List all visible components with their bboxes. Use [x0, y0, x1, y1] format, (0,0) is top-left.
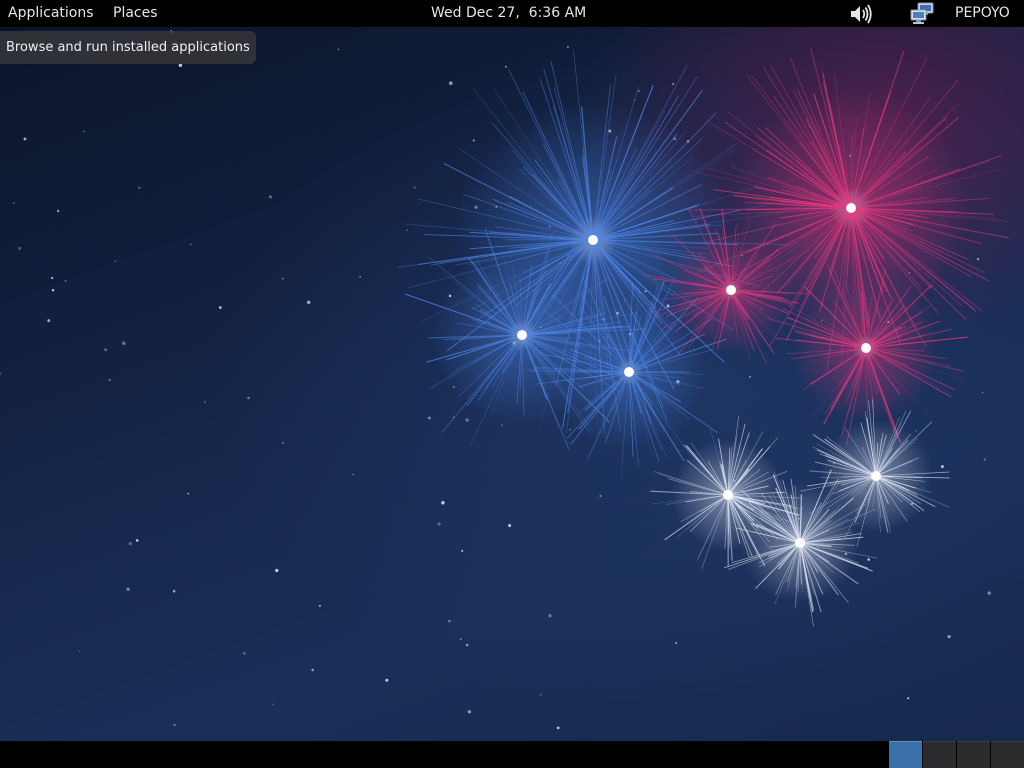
- star: [135, 539, 139, 542]
- star: [108, 378, 111, 382]
- star: [947, 635, 951, 639]
- star: [275, 568, 279, 573]
- star: [121, 341, 126, 345]
- user-menu[interactable]: PEPOYO: [955, 0, 1010, 27]
- star: [987, 591, 991, 595]
- star: [352, 473, 355, 476]
- star: [983, 458, 986, 461]
- star: [448, 619, 451, 623]
- tooltip-text: Browse and run installed applications: [6, 40, 250, 55]
- star: [56, 209, 60, 213]
- star: [64, 279, 67, 282]
- star: [981, 392, 984, 394]
- star: [282, 441, 284, 444]
- star: [501, 424, 503, 427]
- star: [508, 523, 512, 528]
- star: [203, 401, 206, 403]
- star: [51, 289, 55, 292]
- star: [23, 137, 27, 141]
- star: [461, 549, 464, 552]
- speaker-volume-icon[interactable]: [848, 2, 874, 26]
- star: [0, 372, 2, 375]
- star: [307, 300, 311, 304]
- star: [51, 276, 54, 280]
- star: [749, 376, 751, 378]
- star: [467, 710, 472, 714]
- star: [272, 703, 274, 705]
- star: [178, 63, 183, 68]
- workspace-2[interactable]: [923, 741, 956, 768]
- star: [311, 668, 315, 672]
- star: [385, 678, 389, 682]
- star: [218, 306, 222, 309]
- workspace-4[interactable]: [991, 741, 1024, 768]
- top-panel: Applications Places Wed Dec 27, 6:36 AM: [0, 0, 1024, 27]
- star: [569, 429, 571, 431]
- star: [359, 276, 361, 278]
- star: [940, 465, 944, 469]
- star: [173, 723, 176, 727]
- star: [556, 726, 560, 730]
- star: [465, 418, 469, 422]
- star: [548, 614, 552, 618]
- star: [138, 186, 141, 189]
- bottom-panel: [0, 741, 1024, 768]
- star: [907, 697, 910, 700]
- star: [126, 587, 130, 591]
- star: [187, 492, 190, 495]
- clock[interactable]: Wed Dec 27, 6:36 AM: [431, 0, 586, 27]
- workspace-switcher: [888, 741, 1024, 768]
- star: [472, 139, 475, 142]
- network-computers-icon[interactable]: [909, 2, 937, 26]
- star: [449, 81, 453, 85]
- star: [190, 243, 192, 245]
- star: [465, 643, 469, 647]
- star: [637, 89, 641, 92]
- star: [504, 65, 507, 68]
- star: [540, 694, 542, 696]
- star: [459, 637, 462, 641]
- star: [413, 186, 416, 189]
- star: [566, 46, 569, 48]
- star: [441, 500, 445, 505]
- star: [128, 541, 132, 546]
- star: [281, 277, 284, 280]
- star: [114, 260, 117, 263]
- star: [18, 247, 22, 250]
- star: [104, 348, 108, 352]
- star: [406, 229, 408, 231]
- fireworks-wallpaper: [0, 30, 1009, 730]
- star: [867, 558, 870, 561]
- star: [268, 195, 272, 199]
- star: [427, 416, 431, 420]
- star: [82, 130, 85, 133]
- applications-menu[interactable]: Applications: [8, 0, 94, 27]
- star: [247, 396, 250, 400]
- workspace-1[interactable]: [889, 741, 922, 768]
- applications-tooltip: Browse and run installed applications: [0, 31, 256, 64]
- star: [47, 319, 51, 323]
- desktop[interactable]: Applications Places Wed Dec 27, 6:36 AM: [0, 0, 1024, 768]
- star: [672, 82, 675, 86]
- star: [172, 589, 176, 593]
- star: [318, 604, 322, 608]
- star: [243, 652, 246, 655]
- star: [599, 494, 602, 498]
- star: [78, 650, 80, 652]
- star: [976, 257, 980, 261]
- workspace-3[interactable]: [957, 741, 990, 768]
- places-menu[interactable]: Places: [113, 0, 158, 27]
- star: [675, 642, 678, 644]
- star: [13, 202, 15, 204]
- star: [337, 48, 340, 51]
- star: [437, 522, 441, 526]
- star: [914, 430, 917, 432]
